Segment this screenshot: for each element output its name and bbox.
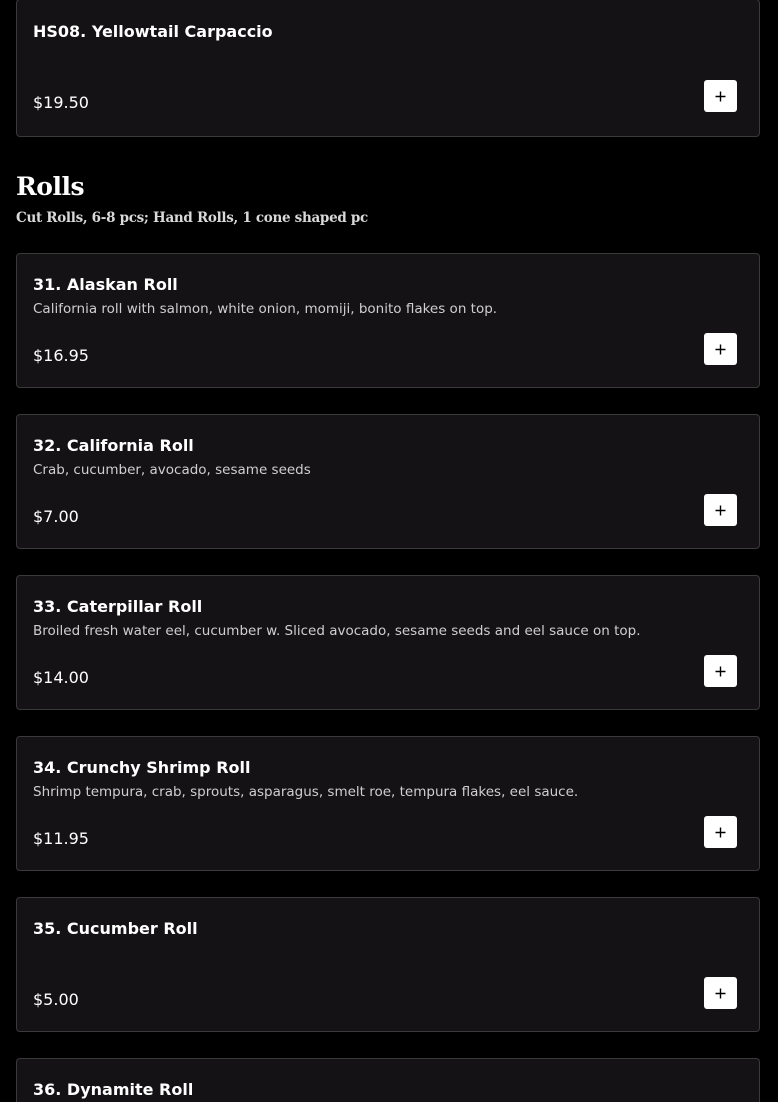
- menu-item-card[interactable]: 32. California Roll Crab, cucumber, avoc…: [16, 414, 760, 549]
- menu-item-price: $19.50: [33, 93, 89, 112]
- menu-item-description: Crab, cucumber, avocado, sesame seeds: [33, 462, 311, 478]
- section-subtitle: Cut Rolls, 6-8 pcs; Hand Rolls, 1 cone s…: [16, 210, 368, 226]
- add-to-cart-button[interactable]: [704, 80, 737, 112]
- add-to-cart-button[interactable]: [704, 816, 737, 848]
- menu-item-name: 35. Cucumber Roll: [33, 919, 198, 938]
- section-title: Rolls: [16, 172, 85, 201]
- plus-icon: [715, 988, 726, 998]
- menu-item-name: 36. Dynamite Roll: [33, 1080, 194, 1099]
- add-to-cart-button[interactable]: [704, 333, 737, 365]
- add-to-cart-button[interactable]: [704, 977, 737, 1009]
- plus-icon: [715, 666, 726, 676]
- menu-item-card[interactable]: 34. Crunchy Shrimp Roll Shrimp tempura, …: [16, 736, 760, 871]
- menu-item-price: $11.95: [33, 829, 89, 848]
- menu-item-price: $16.95: [33, 346, 89, 365]
- menu-item-card[interactable]: 33. Caterpillar Roll Broiled fresh water…: [16, 575, 760, 710]
- menu-item-name: 33. Caterpillar Roll: [33, 597, 203, 616]
- menu-item-description: California roll with salmon, white onion…: [33, 301, 498, 317]
- menu-item-price: $5.00: [33, 990, 79, 1009]
- menu-item-name: 32. California Roll: [33, 436, 194, 455]
- menu-item-card[interactable]: 36. Dynamite Roll: [16, 1058, 760, 1102]
- add-to-cart-button[interactable]: [704, 494, 737, 526]
- menu-item-card[interactable]: 31. Alaskan Roll California roll with sa…: [16, 253, 760, 388]
- menu-item-name: 31. Alaskan Roll: [33, 275, 178, 294]
- menu-item-card[interactable]: 35. Cucumber Roll $5.00: [16, 897, 760, 1032]
- plus-icon: [715, 344, 726, 354]
- menu-item-description: Broiled fresh water eel, cucumber w. Sli…: [33, 623, 641, 639]
- add-to-cart-button[interactable]: [704, 655, 737, 687]
- menu-item-price: $7.00: [33, 507, 79, 526]
- plus-icon: [715, 505, 726, 515]
- menu-item-card[interactable]: HS08. Yellowtail Carpaccio $19.50: [16, 0, 760, 137]
- menu-item-price: $14.00: [33, 668, 89, 687]
- menu-item-name: 34. Crunchy Shrimp Roll: [33, 758, 251, 777]
- plus-icon: [715, 91, 726, 101]
- menu-item-description: Shrimp tempura, crab, sprouts, asparagus…: [33, 784, 579, 800]
- menu-item-name: HS08. Yellowtail Carpaccio: [33, 22, 273, 41]
- plus-icon: [715, 827, 726, 837]
